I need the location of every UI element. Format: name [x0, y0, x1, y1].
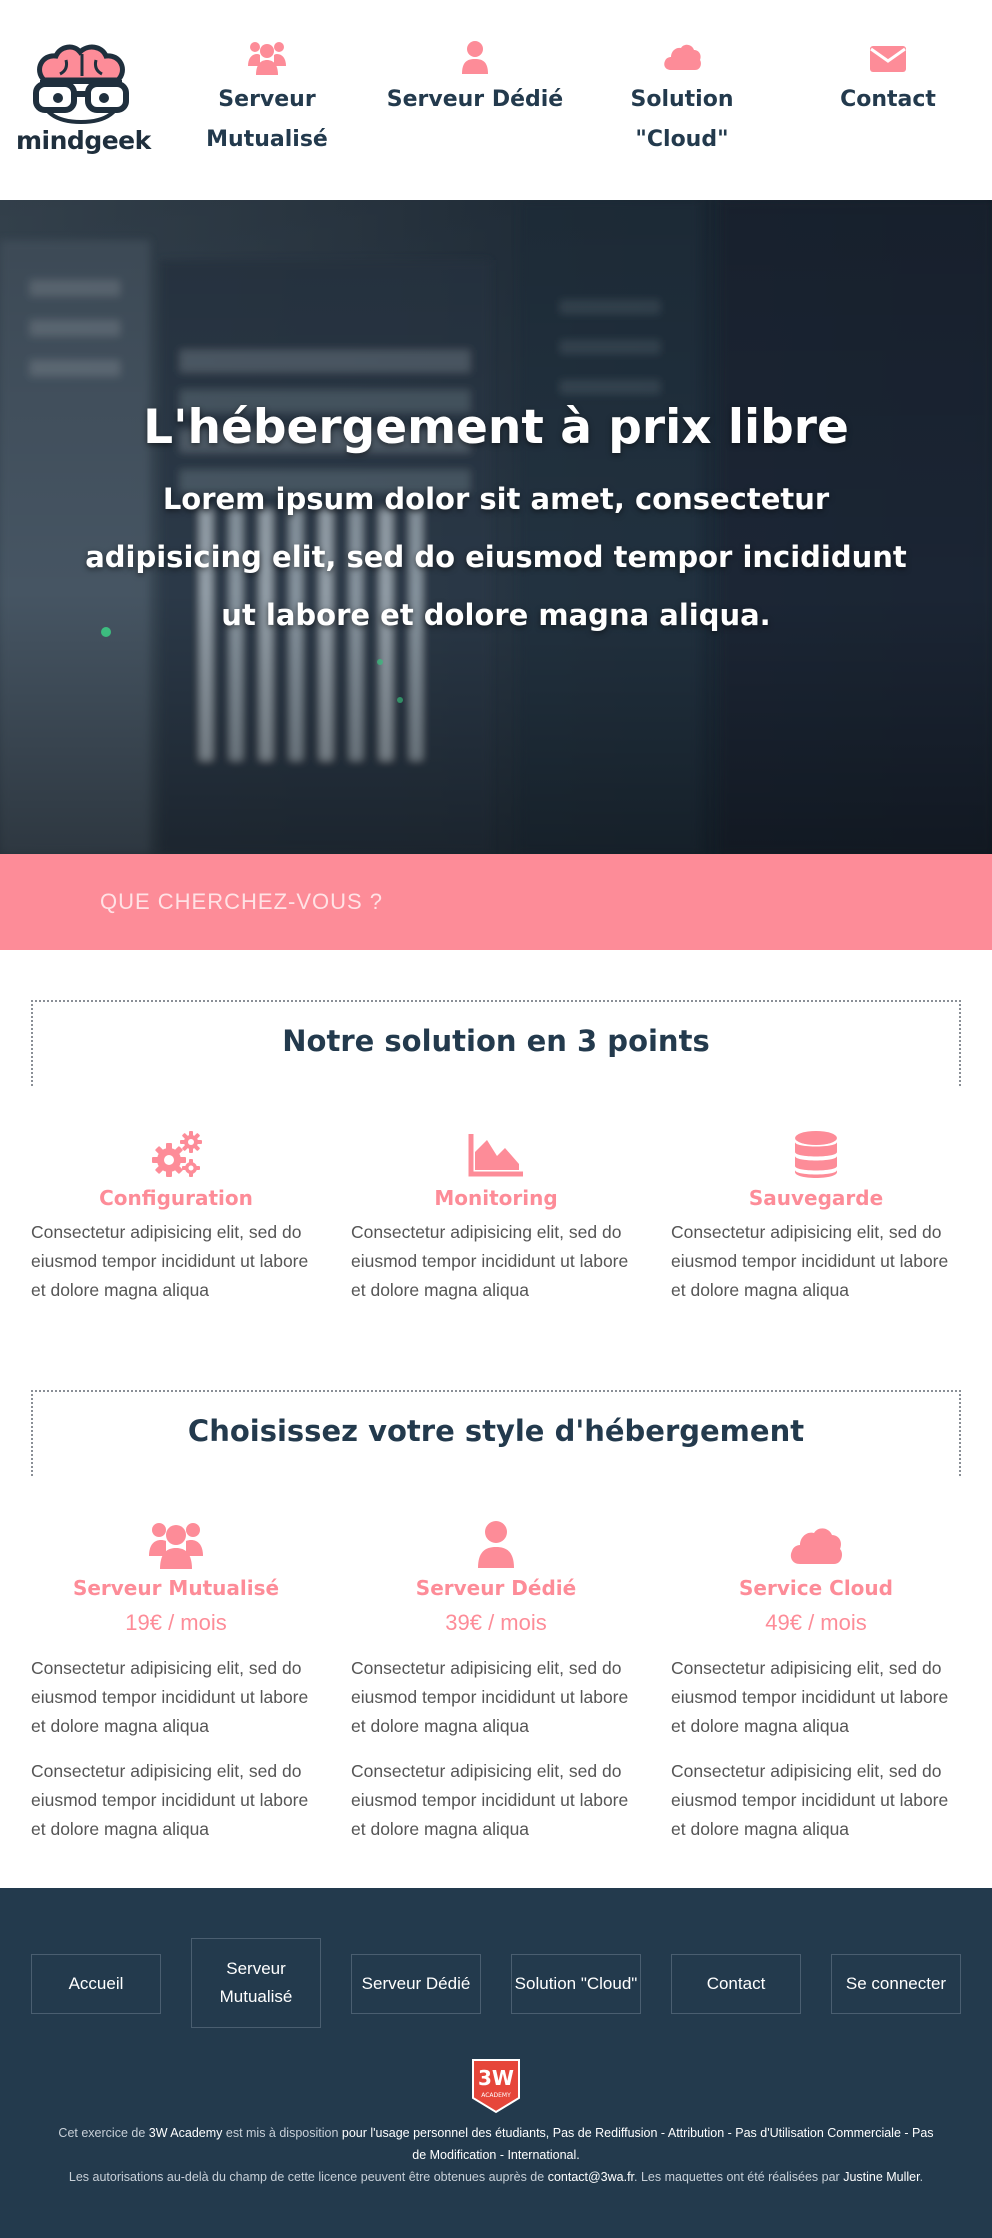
search-band: [0, 854, 992, 950]
plan-text: Consectetur adipisicing elit, sed do eiu…: [31, 1658, 309, 1736]
nav-solution-cloud[interactable]: Solution "Cloud": [602, 40, 762, 160]
nav-contact[interactable]: Contact: [818, 40, 958, 120]
feature-title: Sauvegarde: [748, 1186, 884, 1210]
section-title: Choisissez votre style d'hébergement: [187, 1414, 805, 1448]
hero-banner: L'hébergement à prix libre Lorem ipsum d…: [0, 200, 992, 854]
plan-text: Consectetur adipisicing elit, sed do eiu…: [351, 1658, 629, 1736]
license-part: est mis à disposition: [222, 2126, 342, 2140]
brain-glasses-icon: [33, 44, 129, 125]
gears-icon: [152, 1131, 202, 1177]
nav-serveur-mutualise[interactable]: Serveur Mutualisé: [192, 40, 342, 160]
plan-price: 39€ / mois: [445, 1610, 547, 1635]
cloud-icon: [790, 1528, 842, 1564]
feature-monitoring: Monitoring Consectetur adipisicing elit,…: [351, 1130, 641, 1305]
users-icon: [248, 42, 286, 75]
feature-text: Consectetur adipisicing elit, sed do eiu…: [31, 1222, 309, 1300]
feature-title: Configuration: [99, 1186, 253, 1210]
logo-text: mindgeek: [16, 126, 151, 155]
nav-label-line1: Serveur Dédié: [386, 87, 564, 112]
site-header: mindgeek Serveur Mutualisé Serveur Dédié…: [0, 0, 992, 200]
nav-label-line2: Mutualisé: [206, 127, 328, 152]
badge-text: 3W: [478, 2066, 514, 2090]
plan-text: Consectetur adipisicing elit, sed do eiu…: [31, 1761, 309, 1839]
users-icon: [149, 1523, 203, 1569]
plan-mutualise: Serveur Mutualisé 19€ / mois Consectetur…: [31, 1520, 321, 1844]
plan-price: 19€ / mois: [125, 1610, 227, 1635]
nav-label-line1: Solution: [630, 87, 734, 112]
database-icon: [795, 1131, 837, 1178]
footer-link-se-connecter[interactable]: Se connecter: [831, 1954, 961, 2014]
feature-sauvegarde: Sauvegarde Consectetur adipisicing elit,…: [671, 1130, 961, 1305]
cloud-icon: [664, 44, 701, 70]
feature-title: Monitoring: [434, 1186, 558, 1210]
hosting-section-header: Choisissez votre style d'hébergement: [31, 1390, 961, 1476]
plan-title: Service Cloud: [739, 1576, 893, 1600]
license-text: Cet exercice de 3W Academy est mis à dis…: [50, 2122, 942, 2188]
feature-text: Consectetur adipisicing elit, sed do eiu…: [351, 1222, 629, 1300]
plan-text: Consectetur adipisicing elit, sed do eiu…: [671, 1658, 949, 1736]
footer-link-serveur-mutualise[interactable]: Serveur Mutualisé: [191, 1938, 321, 2028]
nav-label-line2: "Cloud": [635, 127, 729, 152]
license-part: .: [919, 2170, 924, 2184]
envelope-icon: [870, 46, 906, 72]
search-input[interactable]: [100, 874, 900, 930]
nav-serveur-dedie[interactable]: Serveur Dédié: [380, 40, 570, 120]
license-part: Cet exercice de: [58, 2126, 149, 2140]
site-footer: Accueil Serveur Mutualisé Serveur Dédié …: [0, 1888, 992, 2238]
section-title: Notre solution en 3 points: [282, 1024, 710, 1058]
feature-configuration: Configuration Consectetur adipisicing el…: [31, 1130, 321, 1305]
plan-cloud: Service Cloud 49€ / mois Consectetur adi…: [671, 1520, 961, 1844]
academy-link[interactable]: 3W Academy: [149, 2126, 223, 2140]
footer-link-serveur-dedie[interactable]: Serveur Dédié: [351, 1954, 481, 2014]
plan-title: Serveur Mutualisé: [72, 1576, 280, 1600]
academy-badge-icon: 3W ACADEMY: [472, 2059, 520, 2114]
footer-link-contact[interactable]: Contact: [671, 1954, 801, 2014]
author-link[interactable]: Justine Muller: [843, 2170, 919, 2184]
plan-dedie: Serveur Dédié 39€ / mois Consectetur adi…: [351, 1520, 641, 1844]
mindgeek-logo[interactable]: mindgeek: [16, 40, 151, 164]
hero-title: L'hébergement à prix libre: [143, 400, 849, 455]
plan-text: Consectetur adipisicing elit, sed do eiu…: [351, 1761, 629, 1839]
user-icon: [462, 41, 488, 74]
plan-text: Consectetur adipisicing elit, sed do eiu…: [671, 1761, 949, 1839]
license-link[interactable]: pour l'usage personnel des étudiants, Pa…: [342, 2126, 934, 2162]
area-chart-icon: [468, 1134, 523, 1177]
footer-link-accueil[interactable]: Accueil: [31, 1954, 161, 2014]
contact-email-link[interactable]: contact@3wa.fr: [548, 2170, 634, 2184]
nav-label-line1: Serveur: [218, 87, 316, 112]
license-part: . Les maquettes ont été réalisées par: [634, 2170, 844, 2184]
3w-academy-logo[interactable]: 3W ACADEMY: [471, 2058, 521, 2114]
nav-label-line1: Contact: [840, 87, 936, 112]
hero-subtitle: Lorem ipsum dolor sit amet, consectetur …: [85, 482, 907, 632]
feature-text: Consectetur adipisicing elit, sed do eiu…: [671, 1222, 949, 1300]
license-part: Les autorisations au-delà du champ de ce…: [68, 2170, 548, 2184]
plan-price: 49€ / mois: [765, 1610, 867, 1635]
badge-subtext: ACADEMY: [481, 2092, 511, 2099]
footer-link-solution-cloud[interactable]: Solution "Cloud": [511, 1954, 641, 2014]
user-icon: [478, 1521, 514, 1568]
plan-title: Serveur Dédié: [415, 1576, 577, 1600]
solution-section-header: Notre solution en 3 points: [31, 1000, 961, 1086]
